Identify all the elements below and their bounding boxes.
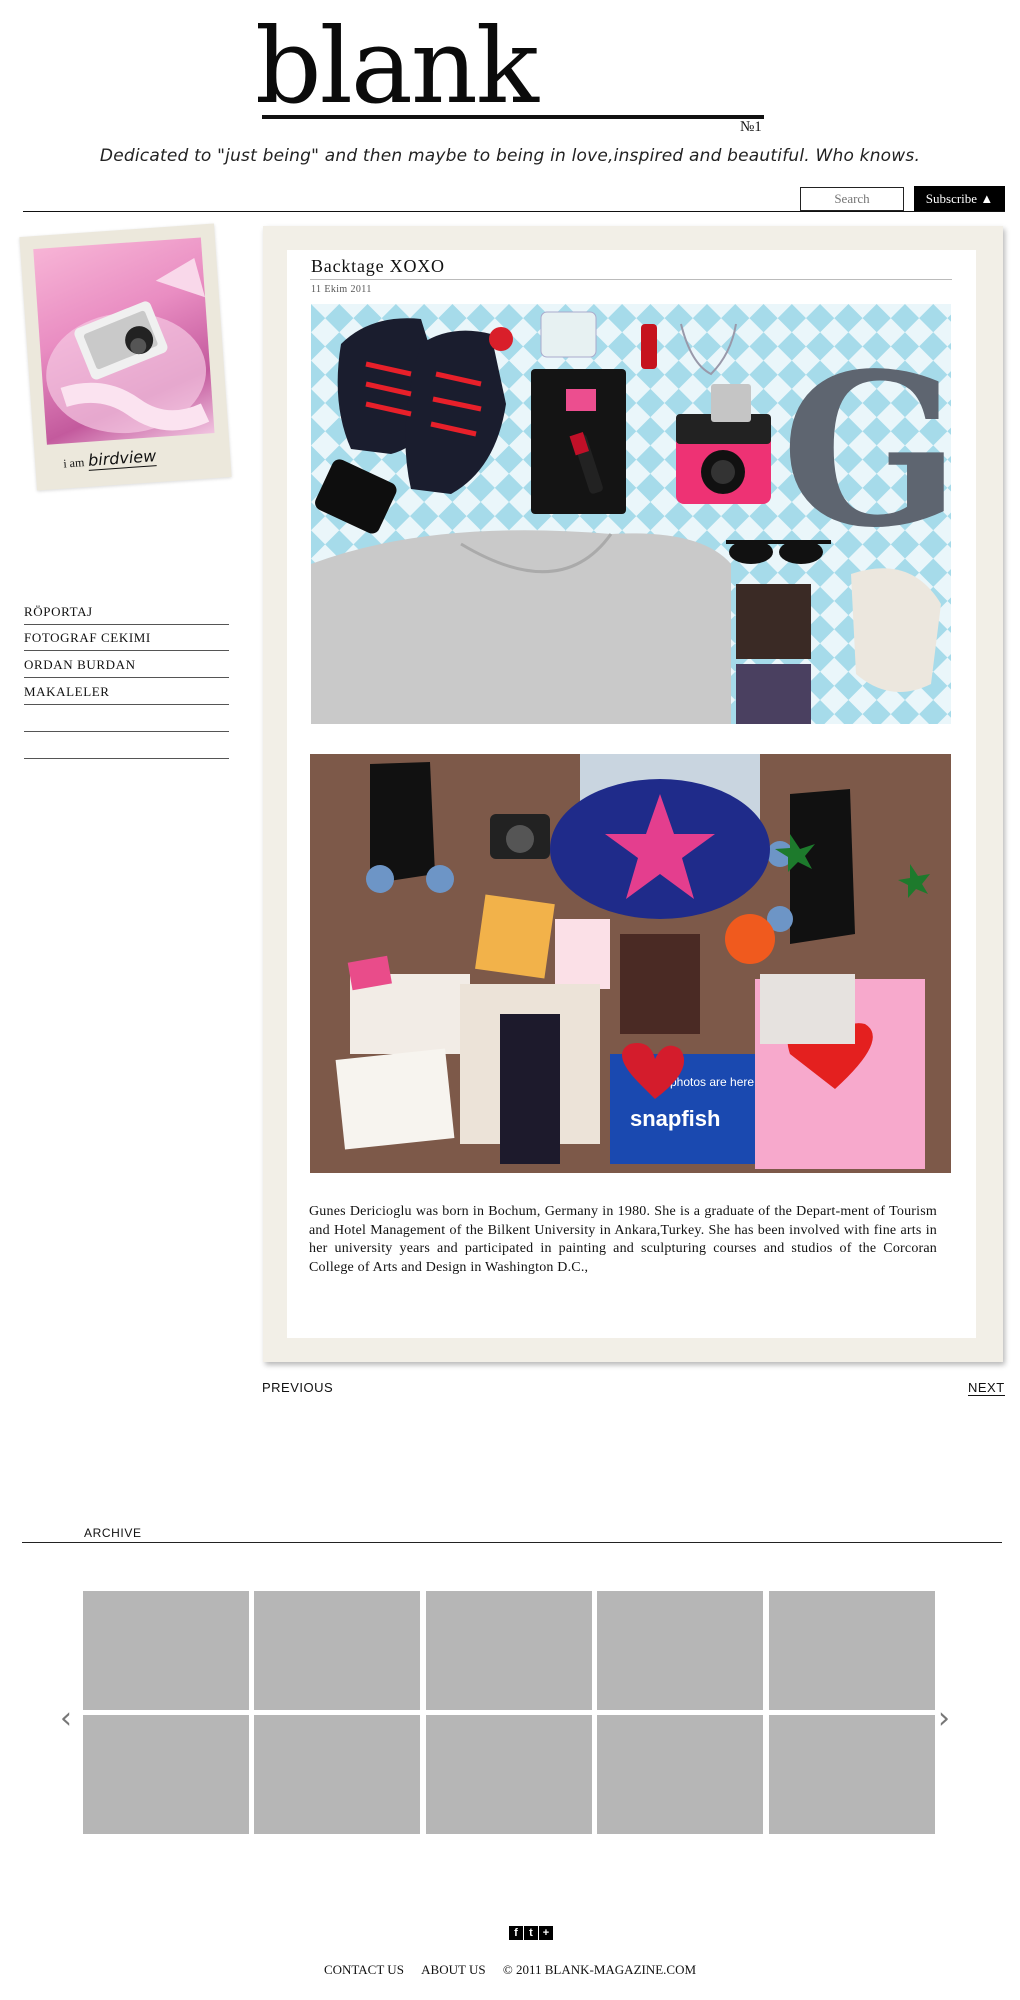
profile-caption: i am birdview — [63, 446, 157, 471]
nav-item-roportaj[interactable]: RÖPORTAJ — [24, 602, 229, 625]
search-input[interactable] — [800, 187, 904, 211]
archive-thumbnail[interactable] — [254, 1715, 420, 1834]
photo-snapfish-text: snapfish — [630, 1106, 720, 1131]
archive-thumbnail[interactable] — [426, 1715, 592, 1834]
post-photo-bag-contents: snapfish photos are here! — [310, 754, 951, 1173]
photo-snapfish-sub: photos are here! — [670, 1075, 757, 1089]
photo-letter-g: G — [781, 327, 951, 574]
nav-item-fotograf-cekimi[interactable]: FOTOGRAF CEKIMI — [24, 628, 229, 651]
archive-thumbnail[interactable] — [426, 1591, 592, 1710]
header-divider — [23, 211, 1005, 212]
site-tagline: Dedicated to "just being" and then maybe… — [99, 146, 921, 166]
about-us-link[interactable]: ABOUT US — [421, 1962, 485, 1977]
profile-polaroid[interactable]: i am birdview — [19, 223, 232, 491]
issue-number: №1 — [740, 119, 762, 135]
post-title-divider — [310, 279, 952, 280]
next-post-link[interactable]: NEXT — [968, 1380, 1005, 1396]
archive-thumbnail[interactable] — [254, 1591, 420, 1710]
site-logo[interactable]: blank — [255, 14, 539, 118]
facebook-icon[interactable]: f — [509, 1926, 523, 1940]
archive-thumbnail[interactable] — [83, 1591, 249, 1710]
twitter-icon[interactable]: t — [524, 1926, 538, 1940]
archive-next-arrow-icon[interactable]: › — [938, 1701, 950, 1736]
nav-item-makaleler[interactable]: MAKALELER — [24, 682, 229, 705]
logo-underline — [262, 115, 764, 119]
profile-prefix: i am — [62, 455, 85, 471]
archive-thumbnail[interactable] — [769, 1715, 935, 1834]
archive-thumbnail[interactable] — [597, 1715, 763, 1834]
post-date: 11 Ekim 2011 — [311, 284, 372, 295]
social-icons: f t + — [509, 1926, 553, 1941]
archive-thumbnail[interactable] — [83, 1715, 249, 1834]
archive-thumbnail[interactable] — [769, 1591, 935, 1710]
previous-post-link[interactable]: PREVIOUS — [262, 1380, 333, 1395]
nav-item-empty-2[interactable] — [24, 736, 229, 759]
nav-item-empty-1[interactable] — [24, 709, 229, 732]
archive-thumbnail[interactable] — [597, 1591, 763, 1710]
nav-item-ordan-burdan[interactable]: ORDAN BURDAN — [24, 655, 229, 678]
post-title[interactable]: Backtage XOXO — [311, 256, 445, 277]
archive-prev-arrow-icon[interactable]: ‹ — [60, 1701, 72, 1736]
profile-photo — [33, 237, 215, 445]
archive-divider — [22, 1542, 1002, 1543]
contact-us-link[interactable]: CONTACT US — [324, 1962, 404, 1977]
archive-label: ARCHIVE — [84, 1526, 142, 1540]
footer-links: CONTACT US ABOUT US © 2011 BLANK-MAGAZIN… — [0, 1962, 1020, 1978]
post-photo-flatlay: G — [311, 304, 951, 724]
post-body: Gunes Dericioglu was born in Bochum, Ger… — [309, 1204, 937, 1275]
profile-name[interactable]: birdview — [87, 446, 157, 471]
subscribe-button[interactable]: Subscribe ▲ — [914, 186, 1005, 212]
plus-icon[interactable]: + — [539, 1926, 553, 1940]
copyright-text: © 2011 BLANK-MAGAZINE.COM — [502, 1962, 697, 1977]
